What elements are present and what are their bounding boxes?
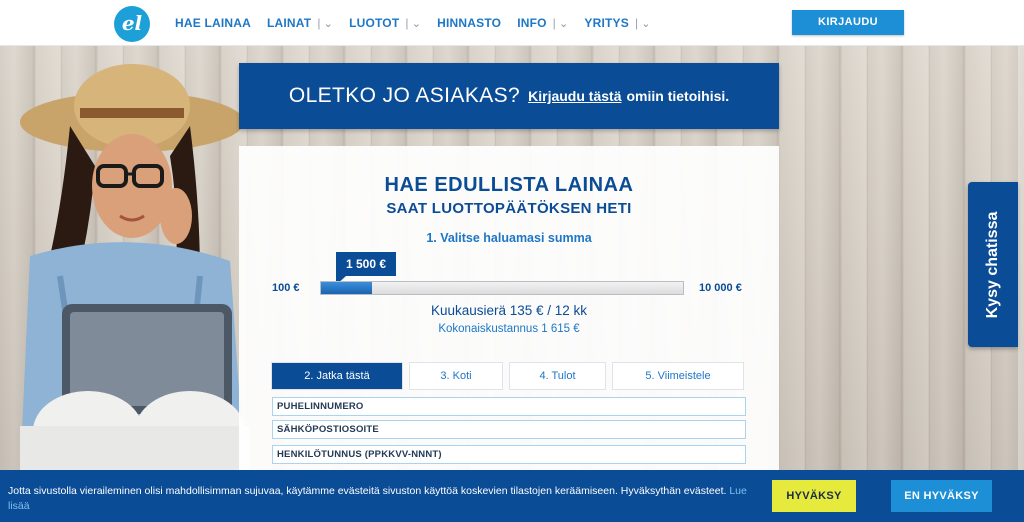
nav-label: YRITYS [584,16,629,30]
tab-jatka[interactable]: 2. Jatka tästä [272,363,402,389]
banner-login-link[interactable]: Kirjaudu tästä [528,88,621,104]
separator: | [634,16,639,30]
logo[interactable]: el [114,6,150,42]
email-field[interactable]: SÄHKÖPOSTIOSOITE [272,420,746,439]
banner-text: omiin tietoihisi. [626,88,730,104]
customer-login-banner: OLETKO JO ASIAKAS? Kirjaudu tästä omiin … [239,63,779,129]
slider-max-label: 10 000 € [699,282,742,294]
nav-label: LUOTOT [349,16,400,30]
accept-cookies-button[interactable]: HYVÄKSY [772,480,856,512]
nav-label: INFO [517,16,547,30]
chevron-down-icon[interactable]: ⌄ [412,17,421,30]
ssn-field[interactable]: HENKILÖTUNNUS (PPKKVV-NNNT) [272,445,746,464]
phone-field[interactable]: PUHELINNUMERO [272,397,746,416]
nav-info[interactable]: INFO | ⌄ [517,16,568,30]
decline-cookies-button[interactable]: EN HYVÄKSY [891,480,992,512]
tab-tulot[interactable]: 4. Tulot [510,363,605,389]
tab-koti[interactable]: 3. Koti [410,363,502,389]
hero-image [20,64,250,476]
form-subtitle: SAAT LUOTTOPÄÄTÖKSEN HETI [386,200,632,217]
nav-label: LAINAT [267,16,312,30]
login-button[interactable]: KIRJAUDU [792,10,904,35]
cookie-notice: Jotta sivustolla vieraileminen olisi mah… [8,484,748,514]
nav-yritys[interactable]: YRITYS | ⌄ [584,16,650,30]
cookie-bar: Jotta sivustolla vieraileminen olisi mah… [0,470,1024,522]
cookie-text: Jotta sivustolla vieraileminen olisi mah… [8,485,727,497]
step1-label: 1. Valitse haluamasi summa [426,231,592,245]
tab-viimeistele[interactable]: 5. Viimeistele [613,363,743,389]
nav-label: HAE LAINAA [175,16,251,30]
form-title: HAE EDULLISTA LAINAA [384,174,634,196]
slider-min-label: 100 € [272,282,300,294]
scrollbar[interactable] [1018,46,1024,522]
nav-hae-lainaa[interactable]: HAE LAINAA [175,16,251,30]
separator: | [317,16,321,30]
main-nav: HAE LAINAA LAINAT | ⌄ LUOTOT | ⌄ HINNAST… [175,0,667,46]
loan-form-panel: HAE EDULLISTA LAINAA SAAT LUOTTOPÄÄTÖKSE… [239,146,779,486]
banner-question: OLETKO JO ASIAKAS? [288,84,521,107]
chevron-down-icon[interactable]: ⌄ [559,17,568,30]
chat-label: Kysy chatissa [984,211,1001,318]
site-header: el HAE LAINAA LAINAT | ⌄ LUOTOT | ⌄ HINN… [0,0,1024,46]
slider-fill[interactable] [321,282,373,294]
chevron-down-icon[interactable]: ⌄ [641,17,650,30]
nav-label: HINNASTO [437,16,502,30]
separator: | [405,16,409,30]
nav-luotot[interactable]: LUOTOT | ⌄ [349,16,421,30]
nav-lainat[interactable]: LAINAT | ⌄ [267,16,333,30]
chat-button[interactable]: Kysy chatissa [968,182,1018,347]
chevron-down-icon[interactable]: ⌄ [324,17,333,30]
form-steps: 2. Jatka tästä 3. Koti 4. Tulot 5. Viime… [272,363,746,389]
amount-slider[interactable] [320,281,684,295]
monthly-payment: Kuukausierä 135 € / 12 kk [430,303,588,318]
amount-bubble: 1 500 € [336,252,396,285]
nav-hinnasto[interactable]: HINNASTO [437,16,501,30]
total-cost: Kokonaiskustannus 1 615 € [438,323,580,335]
separator: | [552,16,556,30]
